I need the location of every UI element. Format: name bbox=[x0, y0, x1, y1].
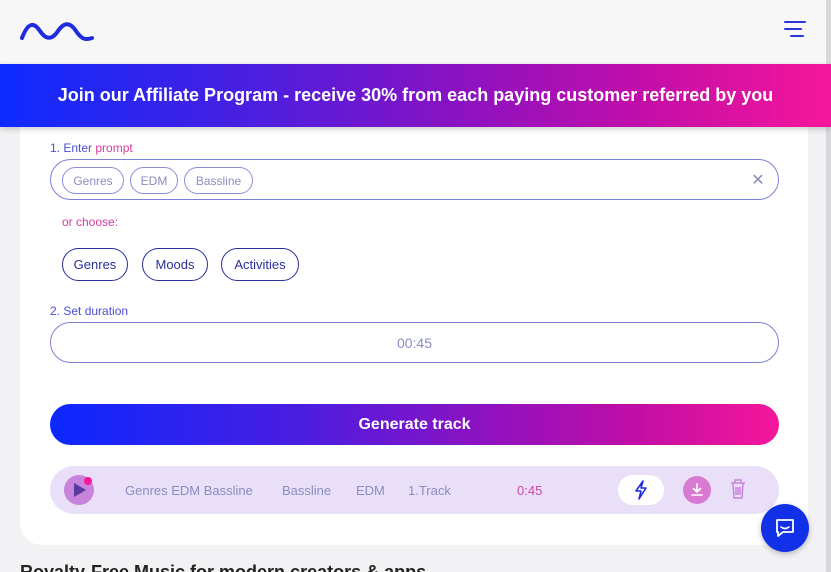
site-header bbox=[0, 0, 831, 64]
section-heading: Royalty-Free Music for modern creators &… bbox=[20, 562, 427, 572]
prompt-label-number: 1. Enter bbox=[50, 141, 96, 155]
track-duration: 0:45 bbox=[517, 483, 543, 498]
generate-track-label: Generate track bbox=[358, 415, 471, 433]
track-row: Genres EDM Bassline Bassline EDM 1.Track… bbox=[50, 466, 779, 514]
duration-label: 2. Set duration bbox=[50, 304, 129, 318]
generate-track-button[interactable]: Generate track bbox=[50, 404, 779, 445]
or-choose-label: or choose: bbox=[62, 215, 119, 229]
prompt-label-word: prompt bbox=[95, 141, 133, 155]
chat-icon[interactable] bbox=[761, 504, 809, 552]
track-name: 1.Track bbox=[408, 483, 451, 498]
choose-activities-button[interactable]: Activities bbox=[221, 248, 299, 281]
wave-logo-icon[interactable] bbox=[20, 20, 94, 47]
hamburger-menu-icon[interactable] bbox=[784, 21, 806, 42]
close-icon[interactable]: ✕ bbox=[750, 170, 766, 190]
affiliate-banner-text: Join our Affiliate Program - receive 30%… bbox=[57, 85, 774, 105]
prompt-chip-edm[interactable]: EDM bbox=[130, 167, 178, 194]
choose-genres-button[interactable]: Genres bbox=[62, 248, 128, 281]
track-tag-bassline: Bassline bbox=[282, 483, 332, 498]
play-icon[interactable] bbox=[64, 475, 94, 505]
track-word: Track bbox=[418, 483, 451, 498]
choose-moods-button[interactable]: Moods bbox=[142, 248, 208, 281]
trash-icon[interactable] bbox=[729, 478, 747, 505]
prompt-input[interactable]: Genres EDM Bassline ✕ bbox=[50, 159, 779, 200]
download-icon[interactable] bbox=[683, 476, 711, 504]
affiliate-banner[interactable]: Join our Affiliate Program - receive 30%… bbox=[0, 64, 831, 127]
duration-value: 00:45 bbox=[396, 334, 433, 351]
lightning-icon[interactable] bbox=[618, 475, 664, 505]
prompt-label: 1. Enter prompt bbox=[50, 141, 133, 155]
prompt-chip-genres[interactable]: Genres bbox=[62, 167, 124, 194]
track-number: 1. bbox=[408, 483, 419, 498]
duration-input[interactable]: 00:45 bbox=[50, 322, 779, 363]
prompt-chip-bassline[interactable]: Bassline bbox=[184, 167, 253, 194]
track-title: Genres EDM Bassline bbox=[125, 483, 253, 498]
track-tag-edm: EDM bbox=[356, 483, 385, 498]
